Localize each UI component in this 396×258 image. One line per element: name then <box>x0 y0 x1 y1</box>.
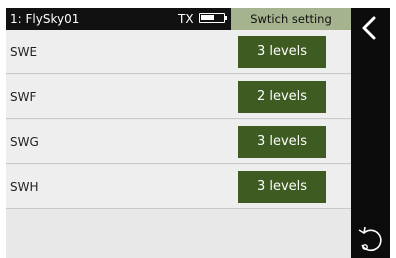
row-divider <box>6 208 351 209</box>
main-panel: 1: FlySky01 TX Swtich setting SWE 3 leve… <box>6 8 351 258</box>
switch-row-swe: SWE 3 levels <box>6 30 351 74</box>
row-divider <box>6 73 351 74</box>
chevron-left-icon[interactable] <box>356 14 384 42</box>
switch-label: SWF <box>10 90 37 104</box>
switch-row-swg: SWG 3 levels <box>6 120 351 164</box>
sidebar <box>351 8 390 258</box>
row-divider <box>6 163 351 164</box>
tx-label: TX <box>178 12 194 26</box>
switch-label: SWH <box>10 180 39 194</box>
battery-icon <box>199 13 225 23</box>
status-bar: 1: FlySky01 TX <box>6 8 231 30</box>
level-button-swh[interactable]: 3 levels <box>238 171 326 203</box>
rotate-icon[interactable] <box>355 224 385 254</box>
header-bar: 1: FlySky01 TX Swtich setting <box>6 8 351 30</box>
switch-row-swf: SWF 2 levels <box>6 75 351 119</box>
switch-label: SWE <box>10 45 38 59</box>
model-name: 1: FlySky01 <box>10 12 80 26</box>
page-title: Swtich setting <box>231 8 351 30</box>
screen: 1: FlySky01 TX Swtich setting SWE 3 leve… <box>0 0 396 258</box>
level-button-swe[interactable]: 3 levels <box>238 36 326 68</box>
switch-label: SWG <box>10 135 39 149</box>
battery-fill <box>201 15 214 20</box>
level-button-swg[interactable]: 3 levels <box>238 126 326 158</box>
level-button-swf[interactable]: 2 levels <box>238 81 326 113</box>
battery-tip <box>225 16 227 20</box>
switch-row-swh: SWH 3 levels <box>6 165 351 209</box>
row-divider <box>6 118 351 119</box>
